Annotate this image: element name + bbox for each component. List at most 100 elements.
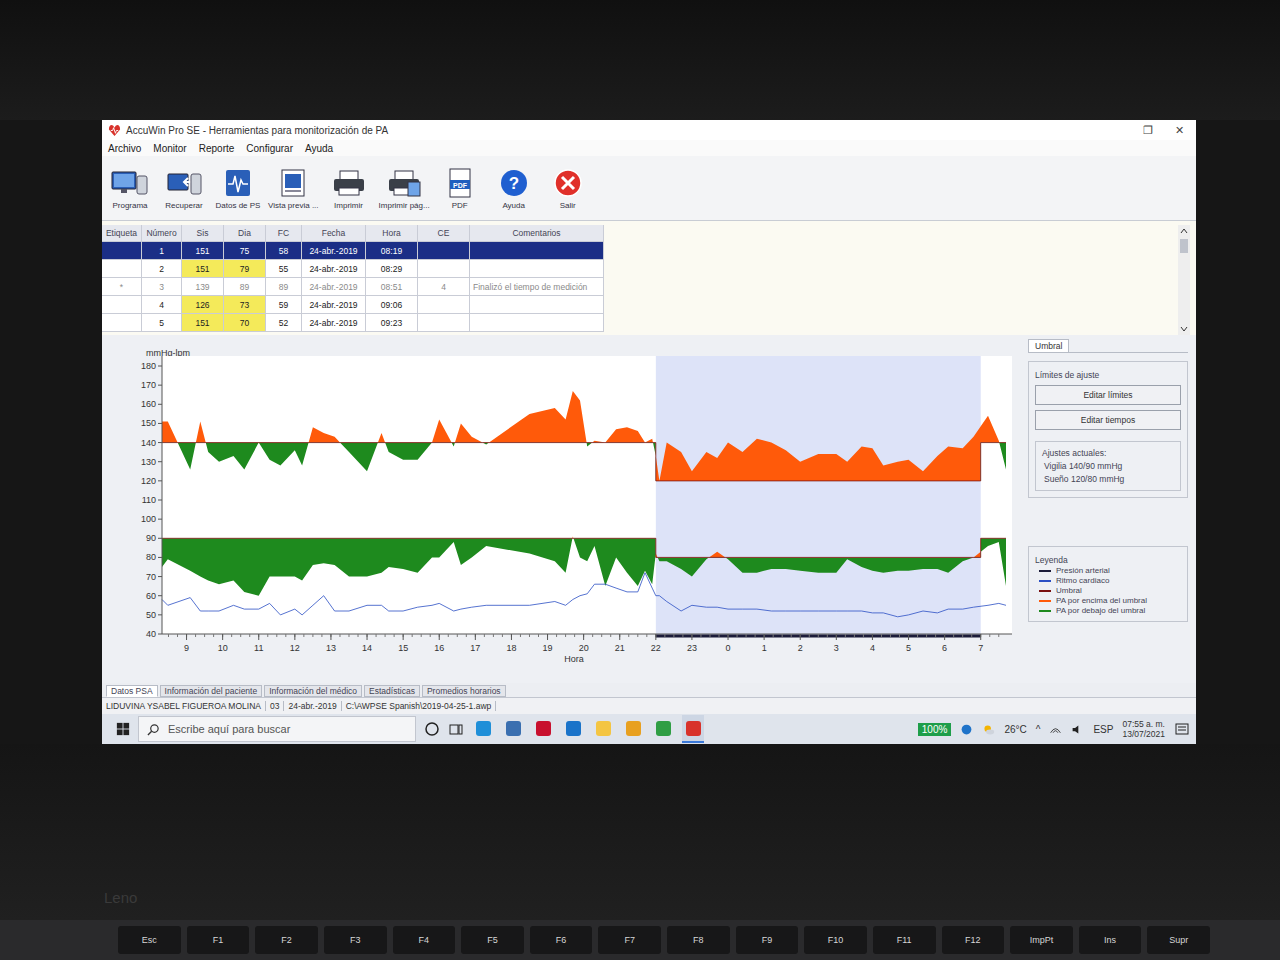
toolbar-button[interactable]: Salir: [544, 167, 592, 210]
keyboard-key[interactable]: F12: [942, 926, 1005, 954]
keyboard-key[interactable]: ImpPt: [1010, 926, 1073, 954]
toolbar-button[interactable]: Datos de PS: [214, 167, 262, 210]
toolbar-button[interactable]: Imprimir: [325, 167, 373, 210]
input-language[interactable]: ESP: [1093, 724, 1113, 735]
x-minor-tick: [917, 634, 918, 637]
notifications-icon[interactable]: [1174, 721, 1190, 737]
x-minor-tick: [646, 634, 647, 637]
toolbar-button-label: Programa: [112, 201, 147, 210]
x-tick: 6: [942, 634, 947, 653]
edit-button[interactable]: Editar tiempos: [1035, 410, 1181, 430]
bottom-tab[interactable]: Promedios horarios: [422, 685, 506, 697]
toolbar-button[interactable]: Programa: [106, 167, 154, 210]
svg-text:12: 12: [290, 643, 300, 653]
column-header[interactable]: CE: [418, 225, 470, 241]
x-minor-tick: [457, 634, 458, 637]
taskbar-app[interactable]: [682, 715, 704, 743]
keyboard-key[interactable]: F6: [530, 926, 593, 954]
column-header[interactable]: Hora: [366, 225, 418, 241]
toolbar-button[interactable]: PDFPDF: [436, 167, 484, 210]
keyboard-key[interactable]: F7: [598, 926, 661, 954]
keyboard-key[interactable]: F1: [187, 926, 250, 954]
clock[interactable]: 07:55 a. m.13/07/2021: [1122, 719, 1165, 739]
side-tab[interactable]: Umbral: [1028, 339, 1069, 352]
menu-item[interactable]: Archivo: [108, 143, 141, 154]
bottom-tab[interactable]: Datos PSA: [106, 685, 158, 697]
svg-text:120: 120: [141, 476, 156, 486]
bottom-tab[interactable]: Información del médico: [264, 685, 362, 697]
table-cell: 151: [182, 260, 224, 277]
column-header[interactable]: Fecha: [302, 225, 366, 241]
keyboard-key[interactable]: Supr: [1147, 926, 1210, 954]
battery-indicator[interactable]: 100%: [918, 723, 952, 736]
x-minor-tick: [448, 634, 449, 637]
table-cell: 89: [224, 278, 266, 295]
table-row[interactable]: 4126735924-abr.-201909:06: [102, 296, 604, 314]
toolbar-button[interactable]: Recuperar: [160, 167, 208, 210]
network-icon[interactable]: [1049, 723, 1062, 736]
column-header[interactable]: Dia: [224, 225, 266, 241]
y-tick: 70: [146, 572, 162, 582]
svg-text:80: 80: [146, 552, 156, 562]
x-minor-tick: [321, 634, 322, 637]
taskbar-app[interactable]: [532, 715, 554, 743]
taskbar-app[interactable]: [652, 715, 674, 743]
volume-icon[interactable]: [1071, 723, 1084, 736]
column-header[interactable]: Comentarios: [470, 225, 604, 241]
table-row[interactable]: *3139898924-abr.-201908:514Finalizó el t…: [102, 278, 604, 296]
scroll-thumb[interactable]: [1180, 239, 1188, 253]
menu-item[interactable]: Ayuda: [305, 143, 333, 154]
column-header[interactable]: Sis: [182, 225, 224, 241]
weather-temperature[interactable]: 26°C: [1004, 724, 1026, 735]
table-cell: [418, 296, 470, 313]
column-header[interactable]: Número: [142, 225, 182, 241]
menu-item[interactable]: Reporte: [199, 143, 235, 154]
legend-item: Presión arterial: [1035, 566, 1181, 575]
table-row[interactable]: 5151705224-abr.-201909:23: [102, 314, 604, 332]
toolbar-button[interactable]: Vista previa ...: [268, 167, 319, 210]
window-control-button[interactable]: ❐: [1143, 124, 1153, 137]
svg-text:110: 110: [142, 495, 156, 505]
tray-expand[interactable]: ^: [1036, 724, 1041, 735]
keyboard-key[interactable]: F3: [324, 926, 387, 954]
keyboard-key[interactable]: F8: [667, 926, 730, 954]
toolbar-button[interactable]: Imprimir pág...: [379, 167, 430, 210]
help-tray-icon[interactable]: [960, 723, 973, 736]
scrollbar[interactable]: [1178, 225, 1190, 335]
column-header[interactable]: FC: [266, 225, 302, 241]
scroll-down-icon[interactable]: [1179, 325, 1189, 333]
table-row[interactable]: 2151795524-abr.-201908:29: [102, 260, 604, 278]
keyboard-key[interactable]: F2: [255, 926, 318, 954]
x-minor-tick: [376, 634, 377, 637]
taskbar-app[interactable]: [592, 715, 614, 743]
scroll-up-icon[interactable]: [1179, 227, 1189, 235]
legend-label: Presión arterial: [1056, 566, 1110, 575]
taskbar-app[interactable]: [622, 715, 644, 743]
menu-item[interactable]: Monitor: [153, 143, 186, 154]
keyboard-key[interactable]: Esc: [118, 926, 181, 954]
keyboard: EscF1F2F3F4F5F6F7F8F9F10F11F12ImpPtInsSu…: [0, 920, 1280, 960]
keyboard-key[interactable]: F5: [461, 926, 524, 954]
keyboard-key[interactable]: F4: [393, 926, 456, 954]
toolbar-button[interactable]: ?Ayuda: [490, 167, 538, 210]
taskbar-app[interactable]: [472, 715, 494, 743]
keyboard-key[interactable]: F11: [873, 926, 936, 954]
task-view-icon[interactable]: [448, 721, 464, 737]
keyboard-key[interactable]: F9: [736, 926, 799, 954]
table-row[interactable]: 1151755824-abr.-201908:19: [102, 242, 604, 260]
taskbar-search[interactable]: Escribe aquí para buscar: [138, 716, 416, 742]
keyboard-key[interactable]: Ins: [1079, 926, 1142, 954]
edit-button[interactable]: Editar límites: [1035, 385, 1181, 405]
column-header[interactable]: Etiqueta: [102, 225, 142, 241]
taskbar-app[interactable]: [562, 715, 584, 743]
bottom-tab[interactable]: Estadísticas: [364, 685, 420, 697]
windows-start-icon[interactable]: [116, 722, 130, 736]
window-control-button[interactable]: ✕: [1175, 124, 1184, 137]
menu-item[interactable]: Configurar: [246, 143, 293, 154]
bottom-tab[interactable]: Información del paciente: [160, 685, 263, 697]
keyboard-key[interactable]: F10: [804, 926, 867, 954]
taskbar-app[interactable]: [502, 715, 524, 743]
cortana-icon[interactable]: [424, 721, 440, 737]
photo: AccuWin Pro SE - Herramientas para monit…: [0, 0, 1280, 960]
weather-icon[interactable]: [982, 723, 995, 736]
